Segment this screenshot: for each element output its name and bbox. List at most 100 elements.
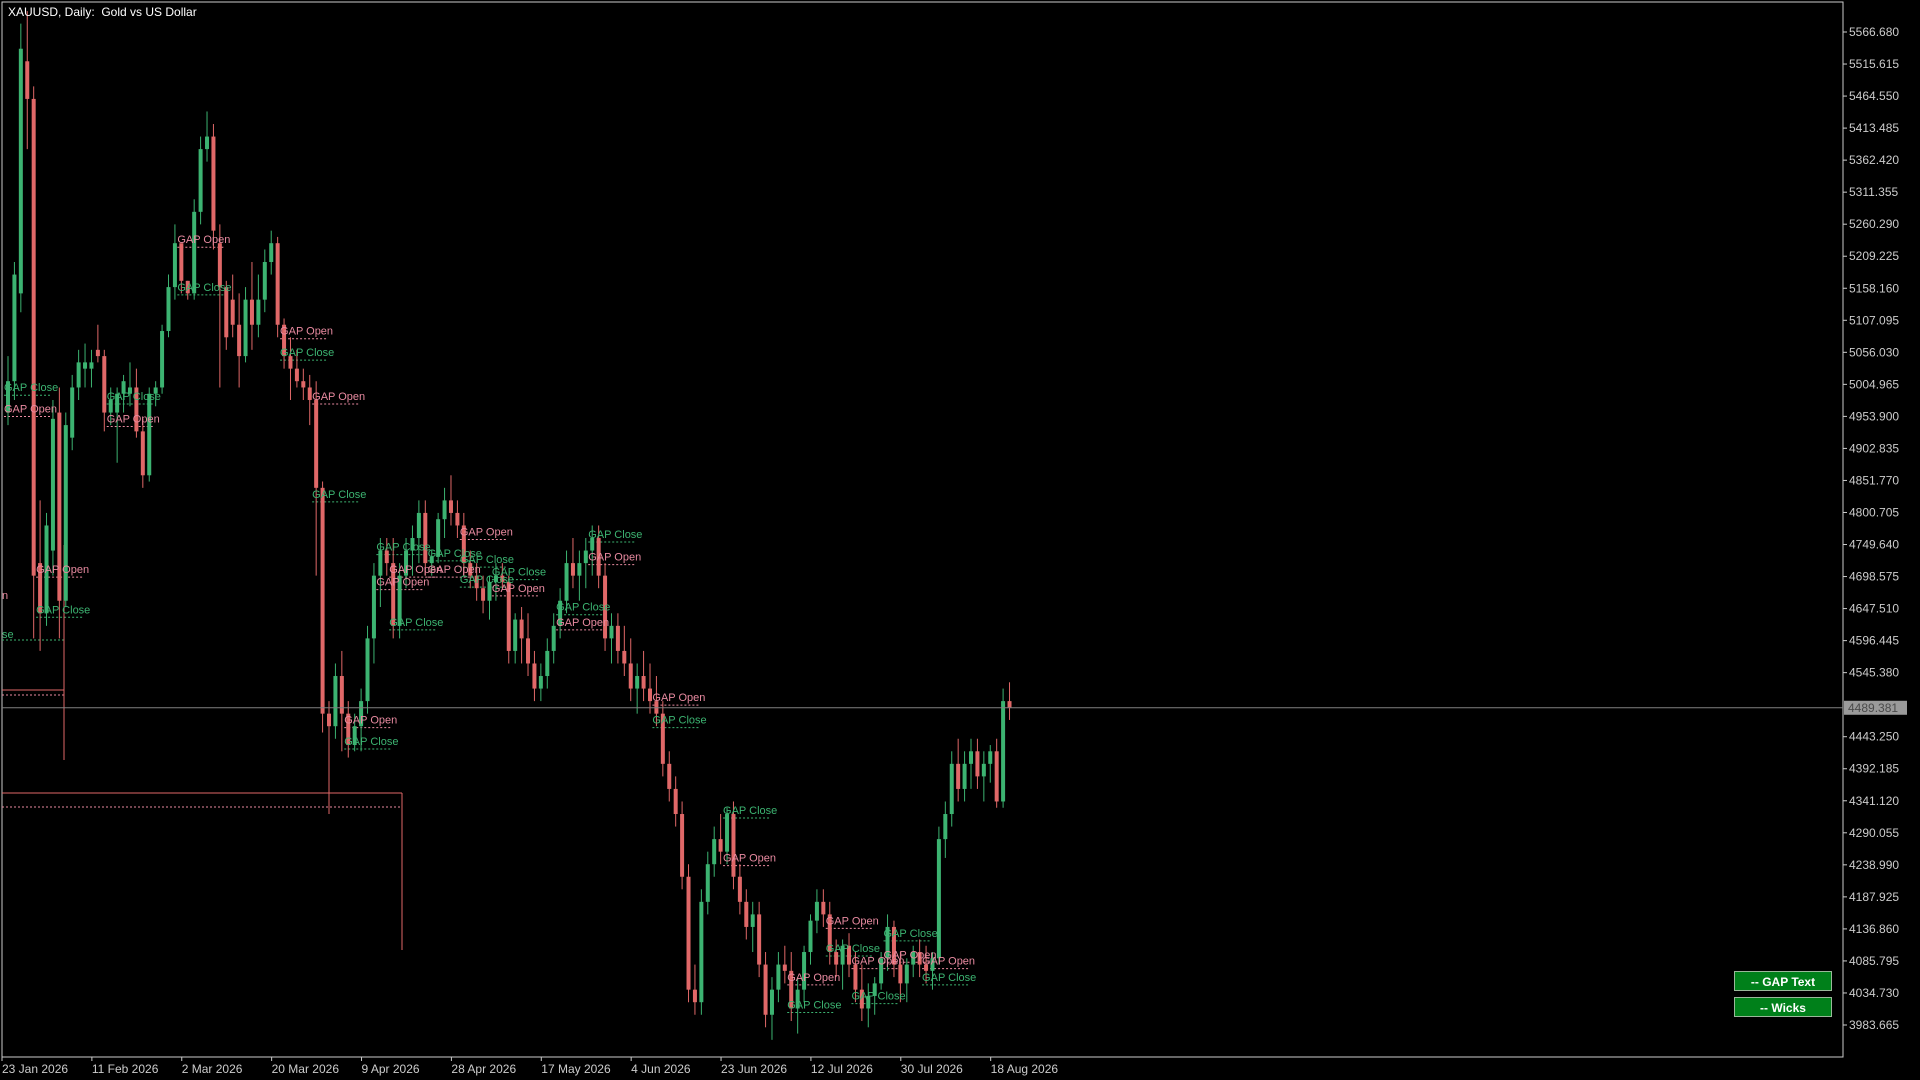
gap-label: GAP Close — [884, 928, 938, 940]
candle-body — [814, 901, 819, 921]
gap-label: GAP Close — [588, 529, 642, 541]
candle-body — [327, 713, 331, 727]
candle-body — [423, 512, 428, 564]
candle-body — [769, 989, 774, 1015]
candle-body — [943, 814, 948, 840]
candle-body — [416, 512, 421, 539]
candle-body — [18, 48, 23, 294]
gap-label: GAP Open — [787, 972, 840, 984]
candle-body — [545, 650, 550, 677]
gap-label: GAP Close — [280, 347, 334, 359]
candle-body — [628, 663, 633, 689]
gap-label: GAP Open — [376, 577, 429, 589]
candle-body — [725, 814, 730, 852]
gap-label: GAP Open — [492, 583, 545, 595]
candle-body — [217, 243, 222, 288]
gap-label: GAP Close — [36, 604, 90, 616]
time-tick-label: 20 Mar 2026 — [272, 1062, 340, 1076]
gap-label: GAP Open — [652, 692, 705, 704]
candle-body — [564, 563, 569, 601]
gap-label: GAP Open — [556, 617, 609, 629]
candle-body — [12, 274, 17, 382]
time-tick-label: 23 Jan 2026 — [2, 1062, 68, 1076]
gap-label: GAP Close — [787, 999, 841, 1011]
candle-body — [160, 331, 165, 388]
candle-body — [243, 299, 248, 357]
price-tick-label: 5260.290 — [1849, 217, 1899, 231]
chart-frame — [1, 1, 1844, 1058]
price-tick-label: 5566.680 — [1849, 25, 1899, 39]
candle-body — [737, 876, 742, 902]
candle-body — [750, 914, 755, 927]
candle-body — [551, 625, 556, 651]
candle-body — [448, 500, 453, 513]
price-tick-label: 3983.665 — [1849, 1018, 1899, 1032]
gap-text-toggle-button[interactable]: -- GAP Text — [1734, 971, 1832, 991]
candle-body — [994, 751, 999, 802]
candle-body — [975, 751, 980, 777]
candle-body — [89, 362, 94, 369]
candle-body — [808, 920, 813, 953]
candle-body — [95, 349, 100, 357]
candle-body — [1001, 701, 1006, 802]
wicks-toggle-button[interactable]: -- Wicks — [1734, 997, 1832, 1017]
current-price-line: 4489.381 — [2, 700, 1907, 715]
price-tick-label: 4545.380 — [1849, 666, 1899, 680]
time-tick-label: 11 Feb 2026 — [92, 1062, 159, 1076]
time-tick-label: 9 Apr 2026 — [362, 1062, 420, 1076]
price-tick-label: 4902.835 — [1849, 441, 1899, 455]
candle-body — [981, 763, 986, 777]
gap-label: GAP Close — [4, 382, 58, 394]
candle-body — [294, 368, 299, 382]
gap-label-cut: n — [2, 590, 8, 602]
candle-body — [686, 876, 691, 990]
candle-body — [648, 688, 652, 702]
candle-body — [635, 676, 640, 689]
chart-window[interactable]: XAUUSD, Daily: Gold vs US Dollar GAP Ope… — [0, 0, 1920, 1080]
candle-body — [583, 550, 588, 564]
candle-body — [166, 287, 171, 332]
gap-label: GAP Close — [107, 391, 161, 403]
candle-body — [211, 136, 216, 231]
gap-label: GAP Open — [4, 404, 57, 416]
price-chart[interactable]: GAP Open GAP Close GAP Close GAP Open GAP Cl… — [0, 0, 1920, 1080]
candle-body — [956, 763, 961, 789]
candle-body — [314, 400, 319, 488]
candle-body — [371, 575, 376, 639]
candle-body — [333, 676, 338, 727]
candle-body — [198, 149, 203, 212]
gap-label: GAP Open — [723, 853, 776, 865]
price-tick-label: 5362.420 — [1849, 153, 1899, 167]
price-tick-label: 5515.615 — [1849, 57, 1899, 71]
candle-body — [262, 262, 267, 300]
price-tick-label: 4290.055 — [1849, 826, 1899, 840]
gap-label: GAP Close — [344, 736, 398, 748]
price-tick-label: 5413.485 — [1849, 121, 1899, 135]
candle-body — [821, 901, 826, 915]
time-tick-label: 30 Jul 2026 — [901, 1062, 963, 1076]
time-tick-label: 28 Apr 2026 — [451, 1062, 516, 1076]
candle-body — [962, 763, 967, 789]
price-tick-label: 4596.445 — [1849, 634, 1899, 648]
candle-body — [757, 914, 762, 965]
price-tick-label: 4238.990 — [1849, 858, 1899, 872]
candle-body — [776, 964, 781, 990]
gap-label: GAP Close — [460, 554, 514, 566]
candle-body — [988, 751, 993, 764]
candle-body — [969, 751, 973, 764]
candle-body — [763, 964, 768, 1015]
gap-label: GAP Close — [922, 972, 976, 984]
candle-body — [76, 362, 81, 388]
candle-body — [172, 243, 177, 288]
candle-body — [744, 901, 749, 927]
candle-body — [481, 588, 486, 601]
gap-labels: GAP Open GAP Close GAP Close GAP Open GAP Cl… — [2, 234, 976, 1011]
price-tick-label: 4698.575 — [1849, 570, 1899, 584]
candle-body — [680, 814, 685, 877]
candle-body — [1007, 701, 1012, 709]
price-tick-label: 5004.965 — [1849, 377, 1899, 391]
time-tick-label: 4 Jun 2026 — [631, 1062, 691, 1076]
time-axis: 23 Jan 2026 11 Feb 2026 2 Mar 2026 20 Mar 2… — [1, 1057, 1058, 1076]
price-tick-label: 4341.120 — [1849, 794, 1899, 808]
gap-label: GAP Close — [389, 617, 443, 629]
